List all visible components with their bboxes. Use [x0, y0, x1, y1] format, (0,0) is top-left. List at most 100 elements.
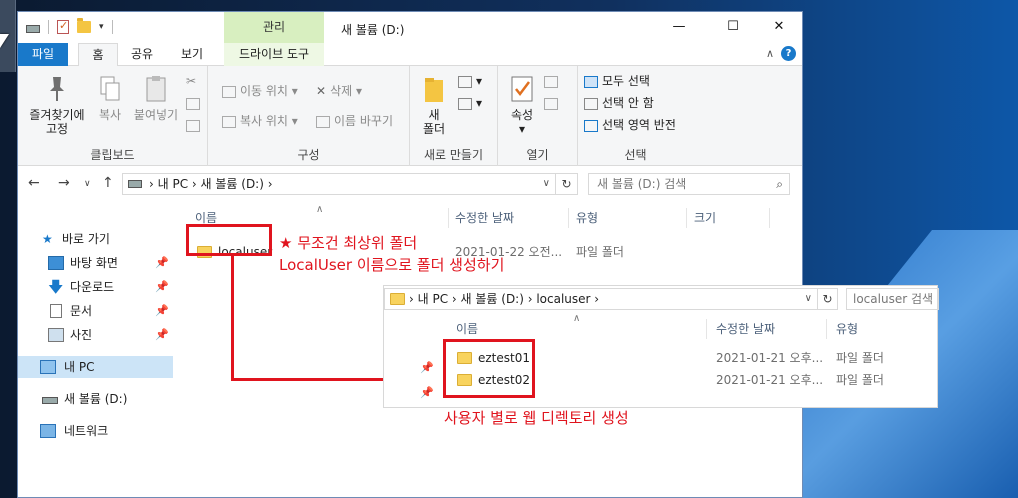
- open-button[interactable]: [544, 72, 562, 90]
- sub-search-placeholder: localuser 검색: [853, 292, 934, 306]
- close-button[interactable]: ✕: [756, 12, 802, 43]
- paste-button[interactable]: 붙여넣기: [130, 74, 182, 122]
- mouse-cursor-icon: [0, 34, 9, 48]
- nav-item-pictures[interactable]: 사진 📌: [18, 324, 173, 346]
- connector-line: [231, 256, 234, 381]
- tab-home[interactable]: 홈: [78, 43, 118, 67]
- easy-access-icon: [458, 97, 472, 110]
- paste-shortcut-button[interactable]: [186, 116, 204, 134]
- move-to-button[interactable]: 이동 위치 ▾: [222, 82, 298, 100]
- properties-button[interactable]: 속성 ▾: [504, 74, 540, 136]
- maximize-button[interactable]: ☐: [710, 12, 756, 43]
- sub-address-bar[interactable]: › 내 PC › 새 볼륨 (D:) › localuser › ∨: [384, 288, 818, 310]
- toolbar-divider: [48, 20, 49, 34]
- sub-column-header-modified[interactable]: 수정한 날짜: [716, 317, 775, 341]
- invert-selection-button[interactable]: 선택 영역 반전: [584, 116, 676, 134]
- title-bar: ▾ 관리 새 볼륨 (D:) — ☐ ✕: [18, 12, 802, 43]
- nav-pictures-label: 사진: [70, 328, 93, 342]
- toolbar-divider: [111, 20, 113, 34]
- nav-item-this-pc[interactable]: 내 PC: [18, 356, 173, 378]
- pin-icon[interactable]: 📌: [420, 361, 434, 374]
- easy-access-button[interactable]: ▾: [458, 94, 482, 112]
- rename-label: 이름 바꾸기: [334, 114, 394, 128]
- recent-locations-chevron-icon[interactable]: ∨: [84, 179, 91, 189]
- select-none-button[interactable]: 선택 안 함: [584, 94, 654, 112]
- copy-path-icon: [186, 97, 200, 110]
- copy-button[interactable]: 복사: [92, 74, 128, 122]
- address-bar[interactable]: › 내 PC › 새 볼륨 (D:) › ∨: [122, 173, 556, 195]
- column-header-size[interactable]: 크기: [694, 206, 716, 230]
- customize-toolbar-chevron-icon[interactable]: ▾: [99, 22, 104, 32]
- manage-context-tab[interactable]: 관리: [224, 12, 324, 43]
- pin-icon[interactable]: 📌: [155, 276, 169, 298]
- select-all-button[interactable]: 모두 선택: [584, 72, 650, 90]
- invert-selection-label: 선택 영역 반전: [602, 118, 676, 132]
- cut-button[interactable]: ✂: [186, 72, 196, 90]
- pin-icon[interactable]: 📌: [155, 300, 169, 322]
- collapse-ribbon-chevron-icon[interactable]: ∧: [766, 47, 774, 60]
- tab-drive-tools[interactable]: 드라이브 도구: [224, 43, 324, 66]
- up-arrow-icon[interactable]: ↑: [102, 175, 114, 191]
- delete-button[interactable]: ✕ 삭제 ▾: [316, 82, 362, 100]
- refresh-button[interactable]: ↻: [556, 173, 578, 195]
- select-all-label: 모두 선택: [602, 74, 650, 88]
- column-header-type[interactable]: 유형: [576, 206, 598, 230]
- rename-button[interactable]: 이름 바꾸기: [316, 112, 393, 130]
- edit-button[interactable]: [544, 94, 562, 112]
- nav-quick-access-label: 바로 가기: [62, 232, 110, 246]
- nav-item-drive-d[interactable]: 새 볼륨 (D:): [18, 388, 173, 410]
- sub-refresh-button[interactable]: ↻: [818, 288, 838, 310]
- forward-arrow-icon[interactable]: →: [58, 175, 70, 191]
- column-divider[interactable]: [568, 208, 569, 228]
- highlight-box-localuser: [186, 224, 272, 256]
- back-arrow-icon[interactable]: ←: [28, 175, 40, 191]
- tab-file[interactable]: 파일: [18, 43, 68, 66]
- new-folder-button[interactable]: 새 폴더: [414, 74, 454, 136]
- column-divider[interactable]: [706, 319, 707, 339]
- new-item-icon: [458, 75, 472, 88]
- properties-icon[interactable]: [57, 19, 69, 34]
- sub-address-bar-row: › 내 PC › 새 볼륨 (D:) › localuser › ∨ ↻ loc…: [384, 286, 939, 314]
- copy-to-button[interactable]: 복사 위치 ▾: [222, 112, 298, 130]
- tab-view[interactable]: 보기: [170, 43, 214, 66]
- minimize-button[interactable]: —: [656, 12, 702, 43]
- tab-share[interactable]: 공유: [122, 43, 162, 66]
- annotation-star-icon: ★: [279, 234, 293, 252]
- address-dropdown-chevron-icon[interactable]: ∨: [805, 289, 812, 309]
- pin-icon[interactable]: 📌: [155, 252, 169, 274]
- pin-icon[interactable]: 📌: [155, 324, 169, 346]
- column-divider[interactable]: [769, 208, 770, 228]
- file-explorer-window: ▾ 관리 새 볼륨 (D:) — ☐ ✕ 파일 홈 공유 보기 드라이브 도구 …: [17, 11, 803, 498]
- sub-column-header-type[interactable]: 유형: [836, 317, 858, 341]
- copy-icon: [100, 76, 120, 101]
- computer-icon: [40, 360, 56, 374]
- search-input[interactable]: 새 볼륨 (D:) 검색 ⌕: [588, 173, 790, 195]
- pin-icon[interactable]: 📌: [420, 386, 434, 399]
- select-none-icon: [584, 97, 598, 110]
- address-dropdown-chevron-icon[interactable]: ∨: [543, 174, 550, 194]
- invert-selection-icon: [584, 119, 598, 132]
- copy-path-button[interactable]: [186, 94, 204, 112]
- new-item-button[interactable]: ▾: [458, 72, 482, 90]
- highlight-box-user-folders: [443, 339, 535, 398]
- column-divider[interactable]: [686, 208, 687, 228]
- pin-to-quick-access-button[interactable]: 즐겨찾기에 고정: [22, 74, 92, 136]
- organize-group: 이동 위치 ▾ 복사 위치 ▾ ✕ 삭제 ▾ 이름 바꾸기 구성: [208, 66, 410, 166]
- nav-item-downloads[interactable]: 🡇 다운로드 📌: [18, 276, 173, 298]
- nav-item-desktop[interactable]: 바탕 화면 📌: [18, 252, 173, 274]
- nav-item-network[interactable]: 네트워크: [18, 420, 173, 442]
- file-modified: 2021-01-21 오후...: [716, 373, 824, 387]
- column-header-modified[interactable]: 수정한 날짜: [455, 206, 514, 230]
- annotation-note-2: 사용자 별로 웹 디렉토리 생성: [444, 409, 629, 427]
- sub-column-header-name[interactable]: 이름: [456, 317, 478, 341]
- nav-item-quick-access[interactable]: ★ 바로 가기: [18, 228, 173, 250]
- help-icon[interactable]: ?: [781, 46, 796, 61]
- nav-item-documents[interactable]: 문서 📌: [18, 300, 173, 322]
- properties-check-icon: [511, 76, 533, 102]
- navigation-pane: ★ 바로 가기 바탕 화면 📌 🡇 다운로드 📌 문서 📌 사진 📌 내 PC: [18, 208, 178, 497]
- column-divider[interactable]: [826, 319, 827, 339]
- new-folder-icon[interactable]: [77, 18, 91, 33]
- sub-search-input[interactable]: localuser 검색: [846, 288, 939, 310]
- column-divider[interactable]: [448, 208, 449, 228]
- address-path: › 내 PC › 새 볼륨 (D:) ›: [149, 177, 273, 191]
